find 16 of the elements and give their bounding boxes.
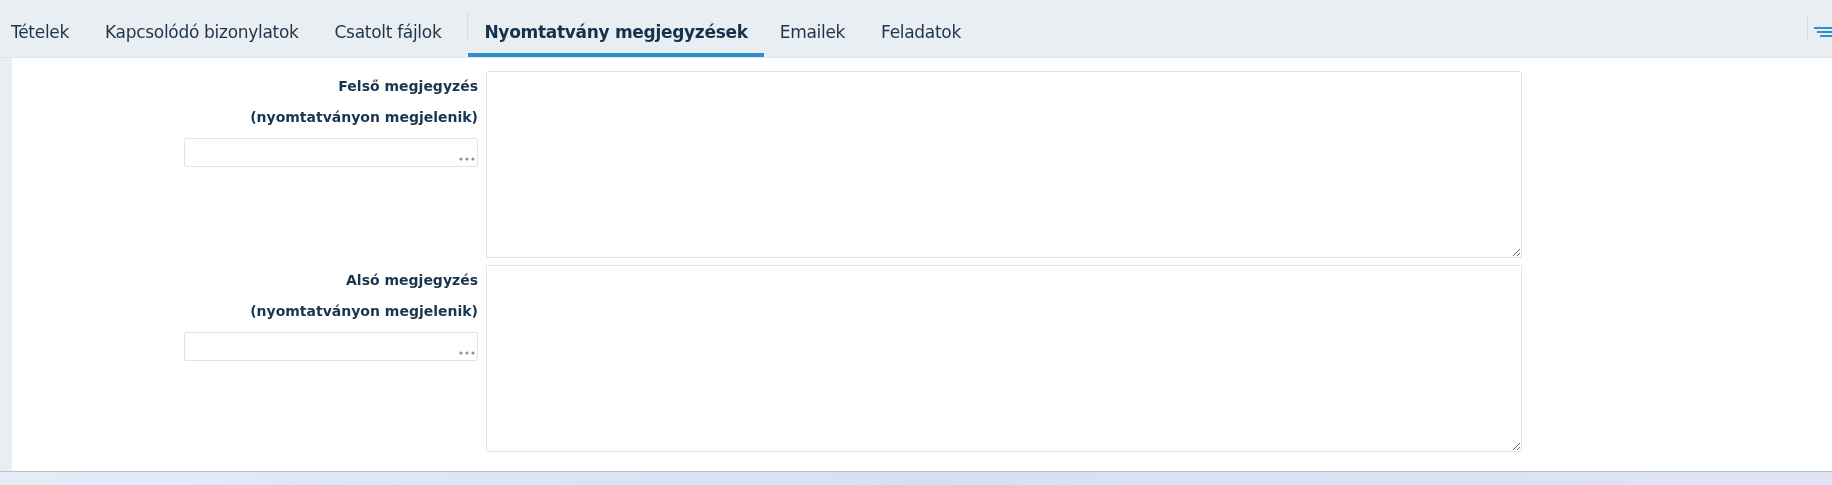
tab[interactable]: Feladatok: [871, 0, 971, 57]
tab[interactable]: Csatolt fájlok: [324, 0, 452, 57]
field-label: Felső megjegyzés: [338, 77, 478, 96]
tab[interactable]: Emailek: [769, 0, 856, 57]
text-area[interactable]: [486, 71, 1522, 258]
input-field[interactable]: [184, 332, 478, 361]
tab[interactable]: Tételek: [1, 0, 79, 57]
field-label: (nyomtatványon megjelenik): [250, 108, 478, 127]
field-label: Alsó megjegyzés: [346, 271, 478, 290]
more-icon[interactable]: [459, 157, 475, 161]
filter-icon[interactable]: [1812, 24, 1832, 39]
field-label: (nyomtatványon megjelenik): [250, 302, 478, 321]
input-field[interactable]: [184, 138, 478, 167]
text-area[interactable]: [486, 265, 1522, 452]
more-icon[interactable]: [459, 351, 475, 355]
tab[interactable]: Kapcsolódó bizonylatok: [95, 0, 309, 57]
